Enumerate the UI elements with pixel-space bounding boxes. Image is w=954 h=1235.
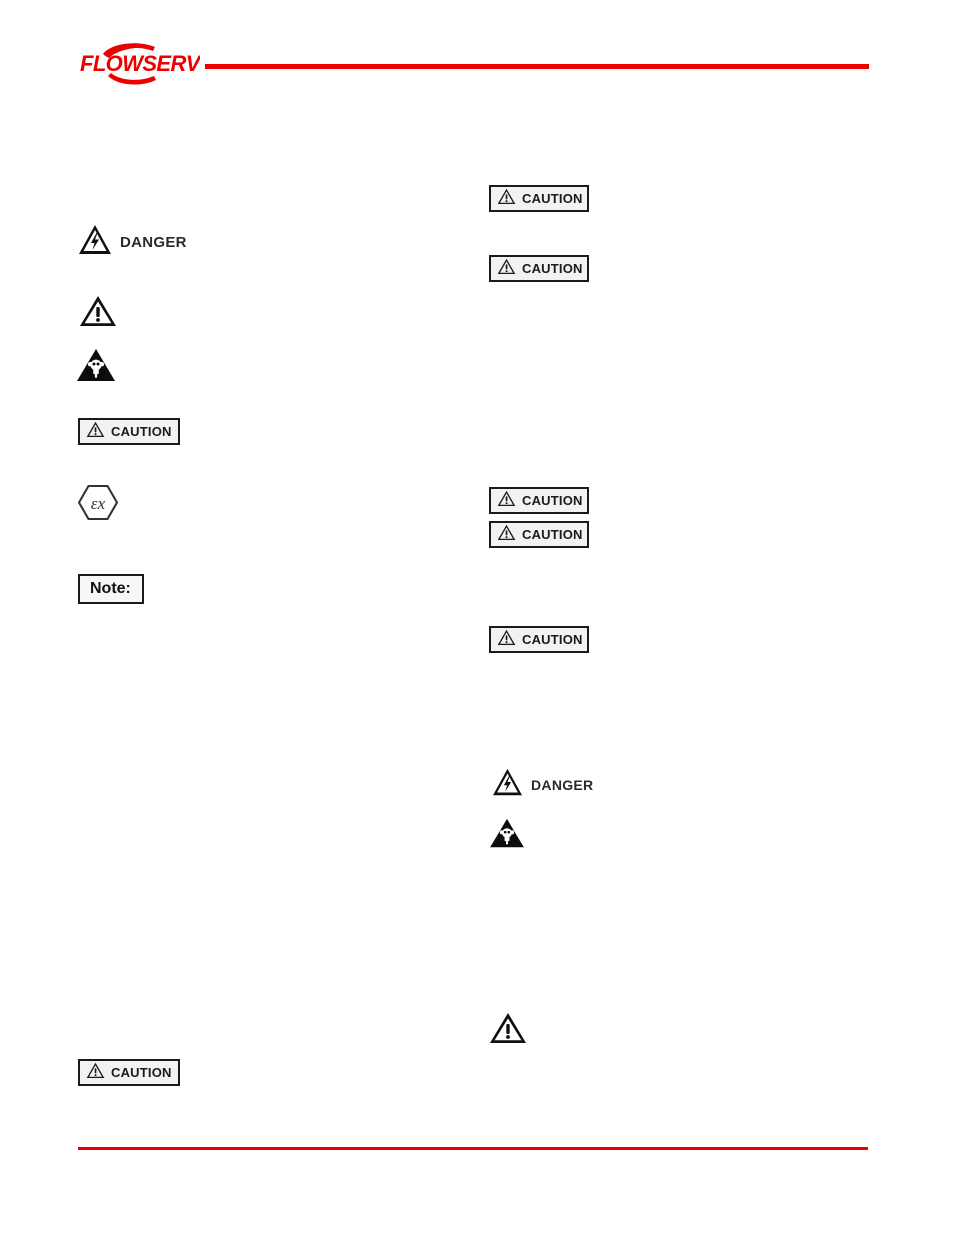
note-label: Note:	[90, 580, 131, 597]
caution-triangle-icon	[497, 258, 516, 280]
caution-triangle-icon	[497, 188, 516, 210]
caution-label: CAUTION	[522, 527, 583, 542]
danger-electrical-icon	[492, 768, 523, 802]
flowserve-logo: FLOWSERVE	[78, 40, 200, 86]
atex-ex-icon: εx	[77, 484, 119, 521]
caution-label: CAUTION	[522, 493, 583, 508]
toxic-hazard-icon	[489, 818, 525, 849]
symbol-atex-ex: εx	[77, 484, 119, 521]
footer-red-rule	[78, 1147, 868, 1150]
symbol-caution-plate-7: CAUTION	[489, 626, 589, 653]
danger-label: DANGER	[120, 234, 187, 251]
caution-label: CAUTION	[111, 424, 172, 439]
caution-label: CAUTION	[522, 632, 583, 647]
caution-triangle-icon	[86, 1062, 105, 1084]
caution-triangle-icon	[497, 490, 516, 512]
page-header: FLOWSERVE	[0, 0, 954, 100]
symbol-caution-plate-6: CAUTION	[489, 521, 589, 548]
warning-triangle-icon	[489, 1012, 527, 1045]
svg-text:FLOWSERVE: FLOWSERVE	[80, 51, 200, 76]
symbol-warning-general	[79, 295, 117, 328]
toxic-hazard-icon	[76, 348, 116, 383]
caution-triangle-icon	[497, 629, 516, 651]
danger-electrical-icon	[78, 224, 112, 261]
header-red-rule	[205, 64, 869, 69]
warning-triangle-icon	[79, 295, 117, 328]
symbol-toxic-hazard-2	[489, 818, 525, 849]
caution-triangle-icon	[497, 524, 516, 546]
caution-label: CAUTION	[111, 1065, 172, 1080]
symbol-warning-general-2	[489, 1012, 527, 1045]
symbol-caution-plate-1: CAUTION	[78, 418, 180, 445]
symbol-danger-electrical: DANGER	[78, 224, 187, 261]
symbol-caution-plate-4: CAUTION	[489, 255, 589, 282]
symbol-caution-plate-3: CAUTION	[489, 185, 589, 212]
caution-label: CAUTION	[522, 261, 583, 276]
svg-text:εx: εx	[91, 494, 106, 513]
symbol-caution-plate-5: CAUTION	[489, 487, 589, 514]
caution-triangle-icon	[86, 421, 105, 443]
symbol-note-plate: Note:	[78, 574, 144, 604]
document-page: FLOWSERVE DANGER	[0, 0, 954, 1235]
symbol-toxic-hazard	[76, 348, 116, 383]
danger-label: DANGER	[531, 777, 594, 793]
symbol-caution-plate-2: CAUTION	[78, 1059, 180, 1086]
caution-label: CAUTION	[522, 191, 583, 206]
symbol-danger-electrical-2: DANGER	[492, 768, 593, 802]
